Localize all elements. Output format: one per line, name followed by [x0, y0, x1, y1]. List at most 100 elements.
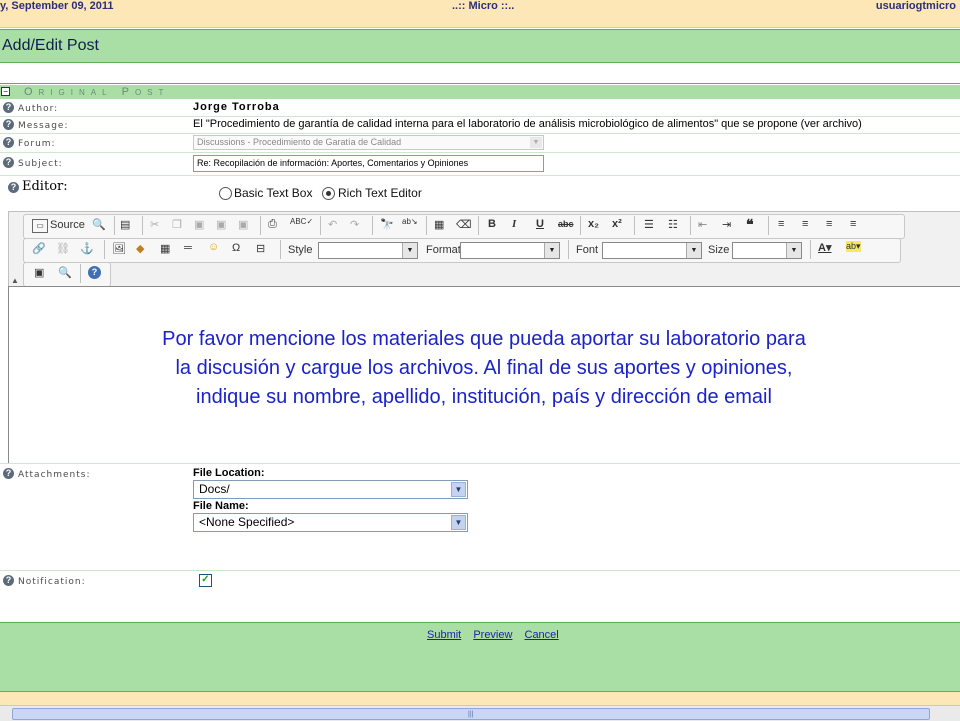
chevron-down-icon: ▼ [402, 243, 417, 258]
notification-row: ? Notification: [0, 570, 960, 594]
spellcheck-icon[interactable]: ABC✓ [290, 217, 313, 226]
cut-icon[interactable]: ✂ [150, 218, 159, 231]
show-blocks-icon[interactable]: 🔍 [58, 266, 72, 279]
divider [634, 216, 635, 235]
file-name-label: File Name: [193, 500, 249, 512]
print-icon[interactable]: ⎙ [268, 218, 277, 231]
underline-icon[interactable]: U [536, 218, 544, 230]
notification-label: Notification: [18, 577, 86, 587]
table-icon[interactable]: ▦ [160, 242, 170, 255]
cancel-link[interactable]: Cancel [525, 629, 559, 641]
help-icon[interactable]: ? [3, 468, 14, 479]
align-right-icon[interactable]: ≡ [826, 218, 832, 230]
source-button[interactable]: Source [50, 219, 85, 231]
subject-value: Re: Recopilación de información: Aportes… [197, 158, 469, 168]
about-icon[interactable]: ? [88, 266, 101, 279]
paste-icon[interactable]: ▣ [194, 218, 204, 231]
horizontal-rule-icon[interactable]: ═ [184, 242, 192, 254]
link-icon[interactable]: 🔗 [32, 242, 46, 255]
paste-word-icon[interactable]: ▣ [238, 218, 248, 231]
paste-text-icon[interactable]: ▣ [216, 218, 226, 231]
rich-text-radio[interactable] [322, 187, 335, 200]
collapse-icon[interactable]: − [1, 87, 10, 96]
special-char-icon[interactable]: Ω [232, 242, 240, 254]
submit-link[interactable]: Submit [427, 629, 461, 641]
scrollbar-thumb[interactable]: ||| [12, 708, 930, 720]
divider [80, 264, 81, 283]
divider [104, 240, 105, 259]
superscript-icon[interactable]: x² [612, 218, 622, 230]
toolbar-collapse-icon[interactable]: ▲ [11, 276, 19, 285]
undo-icon[interactable]: ↶ [328, 218, 337, 231]
copy-icon[interactable]: ❐ [172, 218, 182, 231]
numbered-list-icon[interactable]: ☰ [644, 218, 654, 231]
indent-icon[interactable]: ⇥ [722, 218, 731, 231]
preview-icon[interactable]: 🔍 [92, 218, 106, 231]
subscript-icon[interactable]: x₂ [588, 218, 599, 230]
editor-line: Por favor mencione los materiales que pu… [162, 328, 806, 350]
horizontal-scrollbar[interactable]: ||| [0, 705, 960, 721]
editor-content[interactable]: Por favor mencione los materiales que pu… [69, 325, 899, 412]
size-select[interactable]: ▼ [732, 242, 802, 259]
text-color-icon[interactable]: A▾ [818, 241, 831, 254]
section-header: − Original Post [0, 85, 960, 99]
select-all-icon[interactable]: ▦ [434, 218, 444, 231]
spacer-row [0, 593, 960, 621]
divider [580, 216, 581, 235]
file-name-select[interactable]: <None Specified> ▼ [193, 513, 468, 532]
help-icon[interactable]: ? [3, 137, 14, 148]
help-icon[interactable]: ? [3, 102, 14, 113]
action-bar: Submit Preview Cancel [0, 622, 960, 662]
blockquote-icon[interactable]: ❝ [746, 216, 754, 233]
bg-color-icon[interactable]: ab▾ [846, 241, 861, 252]
smiley-icon[interactable]: ☺ [208, 241, 219, 253]
action-links: Submit Preview Cancel [427, 629, 568, 641]
grip-icon: ||| [468, 711, 474, 718]
divider [372, 216, 373, 235]
italic-icon[interactable]: I [512, 218, 516, 230]
anchor-icon[interactable]: ⚓ [80, 242, 94, 255]
find-icon[interactable]: 🔭 [380, 218, 394, 231]
help-icon[interactable]: ? [3, 157, 14, 168]
unlink-icon[interactable]: ⛓ [56, 242, 70, 255]
help-icon[interactable]: ? [3, 575, 14, 586]
subject-label: Subject: [18, 159, 63, 169]
flash-icon[interactable]: ◆ [136, 242, 144, 255]
chevron-down-icon: ▼ [686, 243, 701, 258]
message-label: Message: [18, 121, 69, 131]
replace-icon[interactable]: ab↘ [402, 217, 418, 226]
divider [114, 216, 115, 235]
preview-link[interactable]: Preview [473, 629, 512, 641]
bold-icon[interactable]: B [488, 218, 496, 230]
rich-text-editor[interactable]: Por favor mencione los materiales que pu… [8, 286, 960, 464]
chevron-down-icon: ▼ [544, 243, 559, 258]
rich-text-label[interactable]: Rich Text Editor [338, 186, 422, 200]
help-icon[interactable]: ? [3, 119, 14, 130]
basic-text-radio[interactable] [219, 187, 232, 200]
align-left-icon[interactable]: ≡ [778, 218, 784, 230]
notification-checkbox[interactable]: ✓ [199, 574, 212, 587]
file-location-select[interactable]: Docs/ ▼ [193, 480, 468, 499]
bullet-list-icon[interactable]: ☷ [668, 218, 678, 231]
basic-text-label[interactable]: Basic Text Box [234, 186, 312, 200]
redo-icon[interactable]: ↷ [350, 218, 359, 231]
top-bar: y, September 09, 2011 ..:: Micro ::.. us… [0, 0, 960, 28]
help-icon[interactable]: ? [8, 182, 19, 193]
source-icon[interactable]: ▭ [32, 219, 48, 233]
subject-input[interactable]: Re: Recopilación de información: Aportes… [193, 155, 544, 172]
align-center-icon[interactable]: ≡ [802, 218, 808, 230]
spacer-row [0, 63, 960, 84]
maximize-icon[interactable]: ▣ [34, 266, 44, 279]
forum-value: Discussions - Procedimiento de Garatía d… [197, 137, 402, 147]
style-select[interactable]: ▼ [318, 242, 418, 259]
image-icon[interactable]: 🖼 [112, 242, 126, 255]
remove-format-icon[interactable]: ⌫ [456, 218, 472, 231]
outdent-icon[interactable]: ⇤ [698, 218, 707, 231]
strikethrough-icon[interactable]: abc [558, 219, 574, 229]
page-break-icon[interactable]: ⊟ [256, 242, 265, 255]
format-select[interactable]: ▼ [460, 242, 560, 259]
font-select[interactable]: ▼ [602, 242, 702, 259]
templates-icon[interactable]: ▤ [120, 218, 130, 231]
divider [426, 216, 427, 235]
align-justify-icon[interactable]: ≡ [850, 218, 856, 230]
